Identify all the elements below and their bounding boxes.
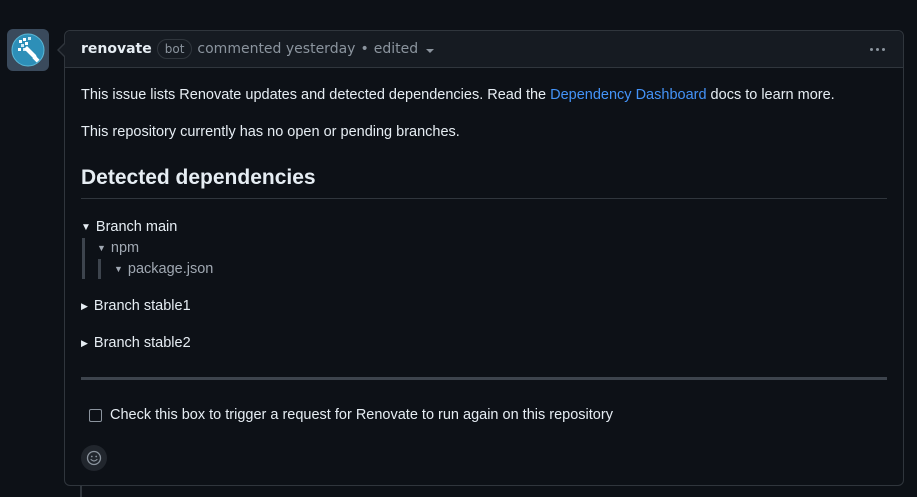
comment-options-button[interactable]: [868, 42, 887, 57]
add-reaction-button[interactable]: [81, 445, 107, 471]
bot-badge: bot: [156, 39, 193, 59]
tree-branch-stable1[interactable]: ▶ Branch stable1: [81, 298, 191, 314]
intro-text-after: docs to learn more.: [706, 87, 835, 103]
rerun-checkbox-row[interactable]: Check this box to trigger a request for …: [89, 407, 613, 423]
tree-branch-stable2[interactable]: ▶ Branch stable2: [81, 335, 191, 351]
tree-package-json[interactable]: ▼ package.json: [114, 261, 213, 277]
triangle-down-icon: ▼: [114, 264, 123, 274]
npm-label: npm: [110, 240, 140, 256]
branch-main-label: Branch main: [95, 219, 178, 235]
section-divider: [81, 377, 887, 380]
comment-card: renovate bot commented yesterday • edite…: [57, 30, 904, 486]
timeline-connector: [80, 486, 82, 497]
issue-timeline: renovate bot commented yesterday • edite…: [0, 0, 917, 497]
branch-stable2-label: Branch stable2: [93, 335, 191, 351]
kebab-dot: [876, 47, 879, 51]
dependency-dashboard-link[interactable]: Dependency Dashboard: [550, 87, 706, 103]
detected-dependencies-heading: Detected dependencies: [81, 166, 887, 199]
meta-separator: •: [360, 41, 369, 57]
triangle-down-icon: [426, 48, 435, 53]
triangle-right-icon: ▶: [81, 300, 88, 311]
avatar[interactable]: [7, 29, 49, 71]
author-link[interactable]: renovate: [81, 41, 152, 57]
intro-text-before: This issue lists Renovate updates and de…: [81, 87, 551, 103]
tree-guide-line-nested: [98, 259, 101, 279]
comment-caret-fill: [59, 43, 66, 57]
triangle-down-icon: ▼: [97, 243, 106, 253]
package-json-label: package.json: [127, 261, 214, 277]
branch-stable1-label: Branch stable1: [93, 298, 191, 314]
smiley-icon: [86, 450, 102, 466]
tree-guide-line: [82, 238, 85, 279]
rerun-checkbox-label: Check this box to trigger a request for …: [110, 407, 613, 423]
edited-menu-button[interactable]: edited: [373, 41, 435, 57]
tree-branch-main[interactable]: ▼ Branch main: [81, 219, 177, 235]
status-paragraph: This repository currently has no open or…: [81, 124, 460, 140]
renovate-logo-icon: [11, 33, 45, 67]
intro-paragraph: This issue lists Renovate updates and de…: [81, 87, 835, 103]
comment-timestamp[interactable]: commented yesterday: [197, 41, 355, 57]
tree-npm[interactable]: ▼ npm: [97, 240, 139, 256]
triangle-down-icon: ▼: [81, 221, 91, 233]
comment-header: renovate bot commented yesterday • edite…: [65, 31, 903, 68]
kebab-horizontal-icon: [870, 47, 873, 51]
triangle-right-icon: ▶: [81, 337, 88, 348]
rerun-checkbox[interactable]: [89, 408, 102, 422]
kebab-dot: [882, 47, 885, 51]
edited-label: edited: [373, 41, 419, 57]
